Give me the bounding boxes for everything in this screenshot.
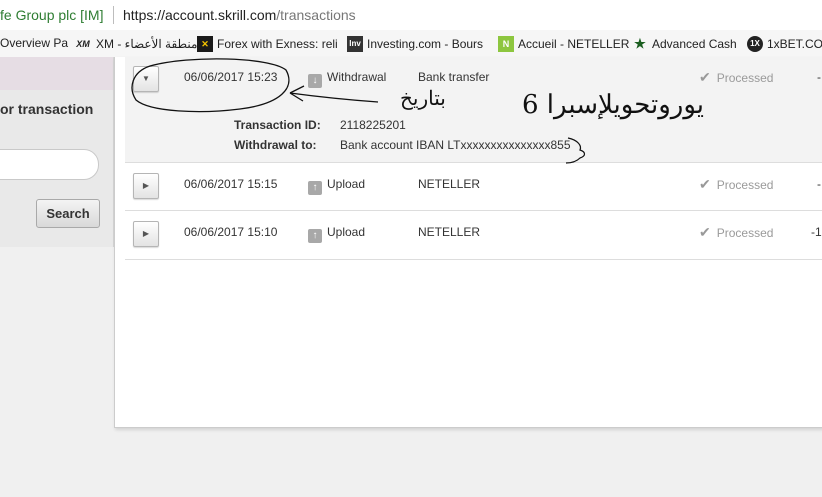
check-icon: ✔ (699, 224, 711, 240)
check-icon: ✔ (699, 69, 711, 85)
triangle-down-icon: ▼ (142, 74, 150, 83)
detail-id-label: Transaction ID: (234, 118, 321, 132)
search-button[interactable]: Search (36, 199, 100, 228)
bookmark-exness[interactable]: ✕ Forex with Exness: reli (197, 36, 338, 52)
exness-logo-icon: ✕ (197, 36, 213, 52)
1xbet-logo-icon: 1X (747, 36, 763, 52)
url-path: /transactions (276, 7, 356, 23)
advcash-star-icon: ★ (634, 36, 646, 51)
transaction-method: NETELLER (418, 225, 481, 239)
bookmark-label: Accueil - NETELLER (518, 37, 630, 51)
check-icon: ✔ (699, 176, 711, 192)
expand-row-button[interactable]: ▶ (133, 173, 159, 199)
triangle-right-icon: ▶ (142, 229, 150, 238)
transaction-status: ✔ Processed (699, 176, 774, 192)
bookmark-neteller[interactable]: N Accueil - NETELLER (498, 36, 629, 52)
bookmark-overview[interactable]: Overview Pa (0, 36, 68, 50)
arrow-up-icon: ↑ (308, 181, 322, 195)
detail-id-value: 2118225201 (340, 118, 406, 132)
site-identity-label[interactable]: fe Group plc [IM] (0, 7, 103, 23)
transaction-type: ↑ Upload (308, 177, 365, 195)
bookmark-1xbet[interactable]: 1X 1xBET.COM (747, 36, 822, 52)
transaction-method: NETELLER (418, 177, 481, 191)
arrow-up-icon: ↑ (308, 229, 322, 243)
handwritten-note-amount: يوروتحويلإسبرا 6 (522, 90, 704, 120)
transaction-type: ↓ Withdrawal (308, 70, 386, 88)
address-separator (113, 6, 114, 24)
transaction-date: 06/06/2017 15:15 (184, 177, 278, 191)
bookmark-investing[interactable]: Inv Investing.com - Bours (347, 36, 483, 52)
transaction-amount: -1 (811, 225, 822, 239)
transaction-amount: - (817, 177, 821, 191)
transaction-amount: - (817, 70, 821, 84)
expand-row-button[interactable]: ▶ (133, 221, 159, 247)
detail-to-value: Bank account IBAN LTxxxxxxxxxxxxxxx855 (340, 138, 571, 152)
bookmark-label: Advanced Cash (652, 37, 737, 51)
sidebar-title: or transaction (0, 101, 94, 117)
transactions-panel: ▼ 06/06/2017 15:23 ↓ Withdrawal Bank tran… (114, 57, 822, 428)
url-host: https://account.skrill.com (123, 7, 277, 23)
bookmark-label: XM - منطقة الأعضاء (96, 37, 198, 51)
bookmark-label: Forex with Exness: reli (217, 37, 338, 51)
transaction-status: ✔ Processed (699, 224, 774, 240)
detail-to-label: Withdrawal to: (234, 138, 317, 152)
xm-logo-icon: XM (76, 39, 90, 49)
transaction-status: ✔ Processed (699, 69, 774, 85)
bookmark-advanced-cash[interactable]: ★ Advanced Cash (632, 36, 737, 52)
bookmark-label: Overview Pa (0, 36, 69, 50)
url-text[interactable]: https://account.skrill.com/transactions (123, 7, 356, 23)
transaction-row[interactable]: ▶ 06/06/2017 15:15 ↑ Upload NETELLER ✔ Pro… (125, 163, 822, 211)
bookmarks-bar: Overview Pa XM XM - منطقة الأعضاء ✕ Fore… (0, 30, 822, 58)
investing-logo-icon: Inv (347, 36, 363, 52)
sidebar-header-band (0, 57, 113, 90)
transaction-date: 06/06/2017 15:10 (184, 225, 278, 239)
neteller-logo-icon: N (498, 36, 514, 52)
bookmark-label: Investing.com - Bours (367, 37, 484, 51)
arrow-down-icon: ↓ (308, 74, 322, 88)
filter-sidebar: or transaction Search (0, 57, 114, 247)
transaction-row[interactable]: ▶ 06/06/2017 15:10 ↑ Upload NETELLER ✔ Pro… (125, 211, 822, 260)
address-bar[interactable]: fe Group plc [IM] https://account.skrill… (0, 0, 822, 31)
bookmark-xm[interactable]: XM XM - منطقة الأعضاء (74, 36, 197, 52)
collapse-row-button[interactable]: ▼ (133, 66, 159, 92)
transaction-search-input[interactable] (0, 149, 99, 180)
transaction-date: 06/06/2017 15:23 (184, 70, 278, 84)
handwritten-note-date: بتاريخ (400, 86, 446, 110)
triangle-right-icon: ▶ (142, 181, 150, 190)
transaction-row[interactable]: ▼ 06/06/2017 15:23 ↓ Withdrawal Bank tran… (125, 57, 822, 163)
transaction-type: ↑ Upload (308, 225, 365, 243)
bookmark-label: 1xBET.COM (767, 37, 822, 51)
transaction-method: Bank transfer (418, 70, 490, 84)
